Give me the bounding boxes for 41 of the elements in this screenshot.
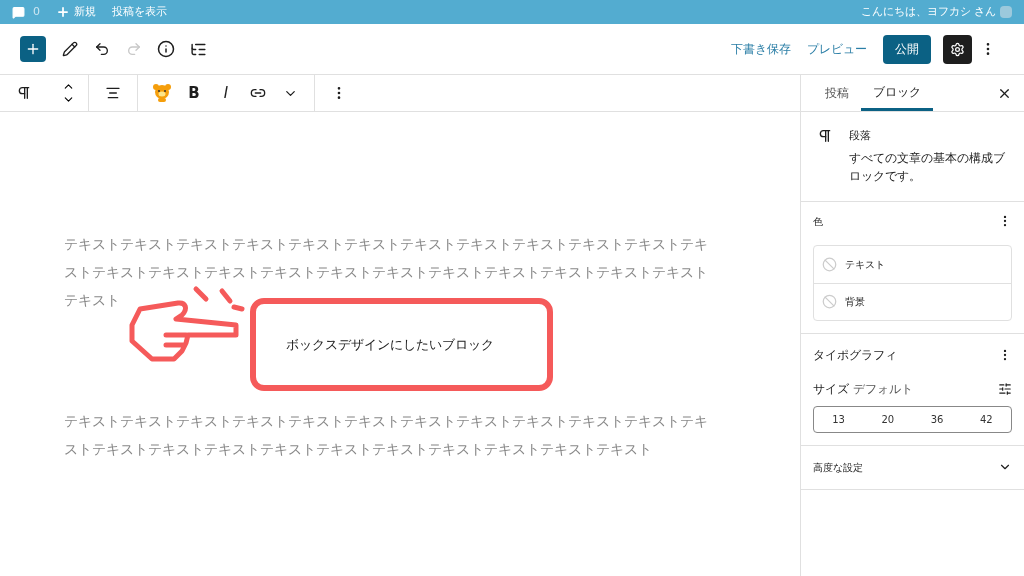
color-option[interactable]: 背景 <box>814 282 1011 320</box>
callout-text: ボックスデザインにしたいブロック <box>286 335 494 354</box>
paragraph-text[interactable]: テキストテキストテキストテキストテキストテキストテキストテキストテキストテキストテキストテキストテキストテキストテキストテキストテキストテキストテキストテキストテキストテキストテキストテキスト <box>64 230 714 314</box>
no-color-icon <box>822 294 837 309</box>
settings-button[interactable] <box>943 34 972 64</box>
comment-icon[interactable] <box>12 5 25 19</box>
comment-count: 0 <box>33 3 40 20</box>
sidebar-tab[interactable]: 投稿 <box>813 75 861 111</box>
size-label: サイズ <box>813 380 849 398</box>
block-name: 段落 <box>849 128 872 144</box>
add-block-button[interactable] <box>20 36 46 62</box>
italic-button[interactable]: I <box>210 77 242 109</box>
block-description: すべての文章の基本の構成ブロックです。 <box>849 149 1006 185</box>
size-value: デフォルト <box>853 380 913 398</box>
undo-icon <box>94 41 110 57</box>
plus-icon <box>25 41 41 57</box>
bold-button[interactable]: B <box>178 77 210 109</box>
plus-icon[interactable] <box>56 5 70 19</box>
info-icon <box>157 40 175 58</box>
custom-size-icon[interactable] <box>998 381 1012 396</box>
paragraph-icon <box>16 85 32 101</box>
size-option[interactable]: 42 <box>972 411 1001 427</box>
paragraph-text[interactable]: テキストテキストテキストテキストテキストテキストテキストテキストテキストテキストテキストテキストテキストテキストテキストテキストテキストテキストテキストテキストテキストテキスト <box>64 407 714 463</box>
size-option[interactable]: 13 <box>824 411 853 427</box>
publish-button[interactable]: 公開 <box>883 34 931 64</box>
size-option[interactable]: 20 <box>873 411 903 427</box>
sidebar-tab[interactable]: ブロック <box>861 75 933 111</box>
settings-icon <box>950 41 965 57</box>
advanced-settings-toggle[interactable]: 高度な設定 <box>801 445 1024 490</box>
preview-button[interactable]: プレビュー <box>799 33 875 65</box>
redo-icon <box>126 41 142 57</box>
section-title: タイポグラフィ <box>813 346 897 364</box>
color-option[interactable]: テキスト <box>814 245 1011 283</box>
bear-icon <box>152 83 172 103</box>
section-title: 色 <box>813 214 823 229</box>
align-icon <box>105 85 121 101</box>
pencil-icon <box>62 41 78 57</box>
save-draft-button[interactable]: 下書き保存 <box>723 33 799 65</box>
size-option[interactable]: 36 <box>922 411 952 427</box>
no-color-icon <box>822 256 837 272</box>
paragraph-icon <box>817 128 833 144</box>
